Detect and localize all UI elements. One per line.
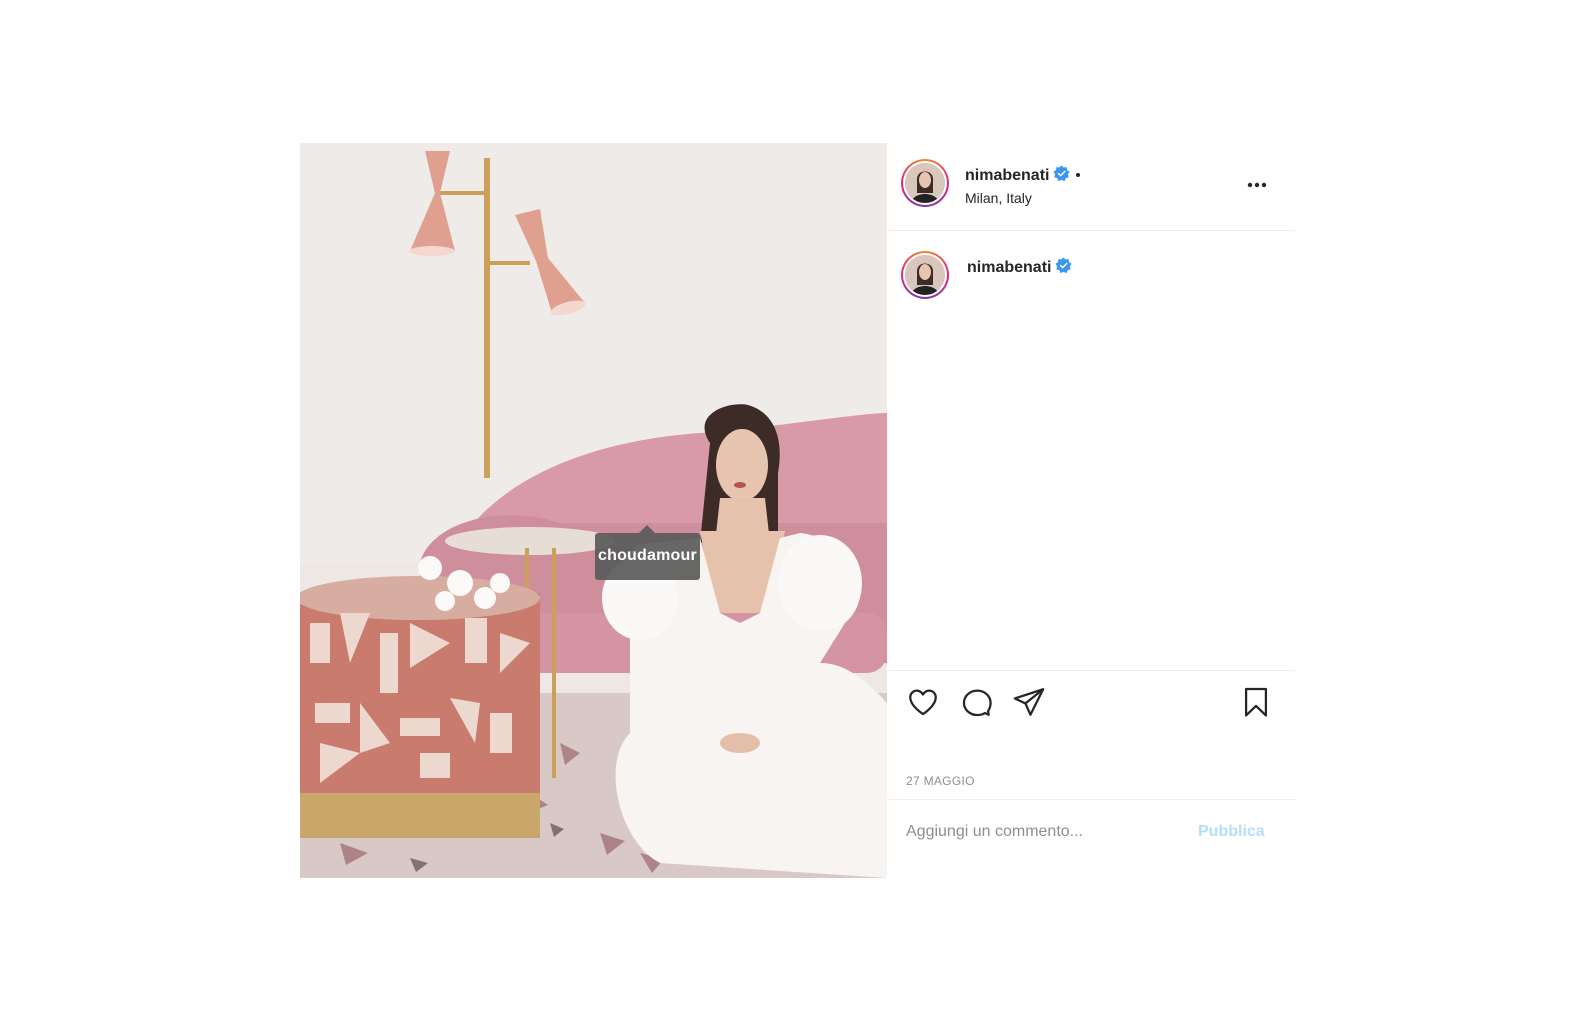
heart-icon[interactable] bbox=[906, 685, 940, 719]
more-options-icon[interactable] bbox=[1243, 173, 1271, 197]
caption-avatar-illustration bbox=[905, 255, 945, 295]
verified-badge-icon bbox=[1055, 257, 1073, 279]
post-card: choudamour nimabenati Milan, Italy nimab… bbox=[300, 143, 1295, 878]
send-icon[interactable] bbox=[1012, 685, 1046, 719]
author-username-text[interactable]: nimabenati bbox=[965, 167, 1049, 184]
publish-button[interactable]: Pubblica bbox=[1198, 823, 1265, 841]
post-location[interactable]: Milan, Italy bbox=[965, 190, 1032, 206]
caption-username[interactable]: nimabenati bbox=[967, 257, 1073, 279]
author-avatar[interactable] bbox=[901, 159, 949, 207]
verified-badge-icon bbox=[1053, 165, 1071, 187]
post-header: nimabenati Milan, Italy bbox=[887, 143, 1295, 231]
post-sidebar: nimabenati Milan, Italy nimabenati 27 MA… bbox=[887, 143, 1295, 878]
caption-avatar-frame bbox=[903, 253, 947, 297]
avatar-illustration bbox=[905, 163, 945, 203]
photo-user-tag[interactable]: choudamour bbox=[595, 525, 700, 580]
caption-avatar-image bbox=[905, 255, 945, 295]
comment-icon[interactable] bbox=[959, 685, 993, 719]
avatar-frame bbox=[903, 161, 947, 205]
comment-input[interactable] bbox=[906, 818, 1186, 846]
caption-avatar[interactable] bbox=[901, 251, 949, 299]
comment-bar: Pubblica bbox=[887, 799, 1295, 879]
photo-illustration bbox=[300, 143, 887, 878]
avatar-image bbox=[905, 163, 945, 203]
caption-username-text[interactable]: nimabenati bbox=[967, 259, 1051, 276]
action-bar bbox=[887, 670, 1295, 721]
author-username[interactable]: nimabenati bbox=[965, 165, 1081, 187]
post-date[interactable]: 27 MAGGIO bbox=[906, 774, 975, 788]
bookmark-icon[interactable] bbox=[1239, 685, 1273, 719]
post-photo[interactable]: choudamour bbox=[300, 143, 887, 878]
separator-dot bbox=[1076, 173, 1081, 177]
